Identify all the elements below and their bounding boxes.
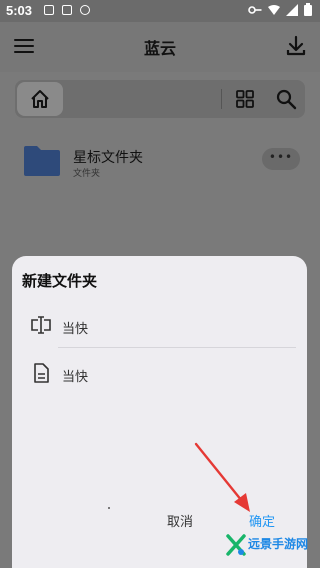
status-time: 5:03 xyxy=(6,3,33,18)
option-label: 当快 xyxy=(62,370,89,385)
more-options-button[interactable]: ••• xyxy=(262,148,300,170)
folder-name: 星标文件夹 xyxy=(73,150,143,166)
watermark-logo-icon xyxy=(226,534,246,556)
vpn-key-icon xyxy=(248,5,262,14)
battery-icon xyxy=(304,3,312,16)
notification-cat-icon xyxy=(80,5,90,15)
wifi-icon xyxy=(268,4,280,15)
new-folder-dialog: 新建文件夹 当快 当快 取消 确定 xyxy=(12,256,307,568)
option-divider xyxy=(58,347,296,348)
folder-desc-option[interactable]: 当快 xyxy=(12,352,307,396)
file-toolbar xyxy=(15,80,305,118)
toolbar-divider xyxy=(221,89,222,109)
app-title: 蓝云 xyxy=(143,39,176,58)
download-icon[interactable] xyxy=(284,34,308,58)
home-icon xyxy=(31,90,49,108)
list-item[interactable]: 星标文件夹 文件夹 ••• xyxy=(0,140,320,190)
watermark-text: 远景手游网 xyxy=(248,537,309,551)
watermark: 远景手游网 xyxy=(226,528,320,568)
search-icon[interactable] xyxy=(275,88,297,110)
notification-a-icon xyxy=(44,5,54,15)
text-cursor-icon xyxy=(31,316,51,334)
signal-icon xyxy=(286,3,298,16)
grid-view-icon[interactable] xyxy=(235,89,255,109)
home-button[interactable] xyxy=(17,82,63,116)
option-label: 当快 xyxy=(62,322,89,337)
notification-grid-icon xyxy=(62,5,72,15)
folder-subtitle: 文件夹 xyxy=(73,169,101,179)
status-right-icons xyxy=(248,3,312,16)
document-icon xyxy=(34,363,49,383)
dialog-title: 新建文件夹 xyxy=(22,272,98,290)
status-bar: 5:03 xyxy=(0,0,320,22)
folder-name-option[interactable]: 当快 xyxy=(12,304,307,348)
more-icon: ••• xyxy=(268,150,294,164)
decorative-dot xyxy=(108,507,110,509)
folder-icon xyxy=(24,146,60,176)
pointer-arrow-icon xyxy=(194,442,250,512)
app-bar: 蓝云 xyxy=(0,22,320,72)
